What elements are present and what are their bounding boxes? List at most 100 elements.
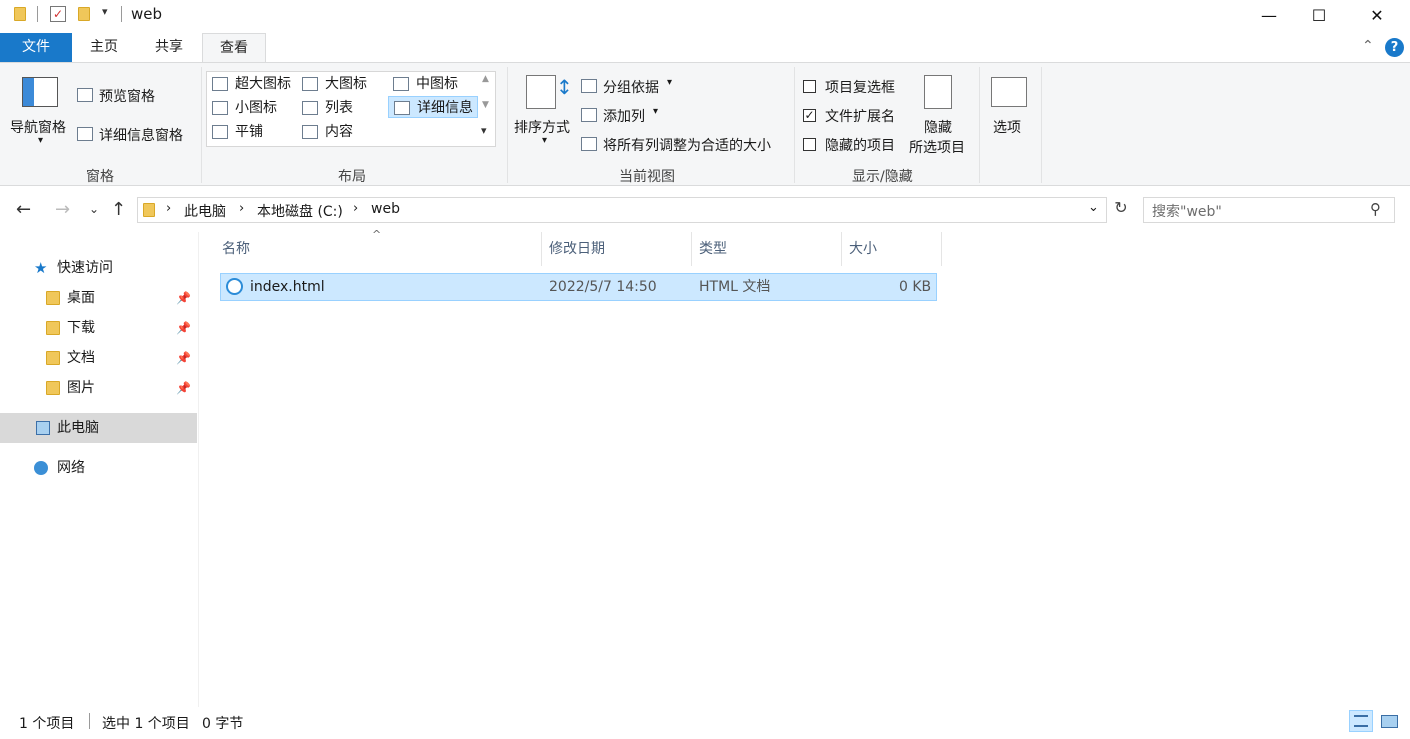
sidebar-item-quick-access[interactable]: ★ 快速访问 bbox=[0, 253, 197, 283]
group-by-button[interactable]: 分组依据 ▾ bbox=[581, 75, 681, 97]
chevron-down-icon[interactable]: ▾ bbox=[102, 5, 108, 18]
close-button[interactable]: ✕ bbox=[1352, 0, 1402, 31]
properties-icon[interactable]: ✓ bbox=[50, 6, 66, 22]
file-date: 2022/5/7 14:50 bbox=[549, 279, 657, 295]
large-icons-view-button[interactable] bbox=[1377, 710, 1401, 732]
preview-pane-button[interactable]: 预览窗格 bbox=[77, 85, 187, 107]
minimize-button[interactable]: — bbox=[1244, 0, 1294, 31]
breadcrumb-web[interactable]: web bbox=[371, 201, 400, 217]
help-icon[interactable]: ? bbox=[1385, 38, 1404, 57]
item-checkboxes-toggle[interactable]: 项目复选框 bbox=[803, 75, 903, 97]
breadcrumb-local-disk[interactable]: 本地磁盘 (C:) bbox=[257, 201, 343, 221]
collapse-ribbon-icon[interactable]: ⌃ bbox=[1362, 38, 1374, 54]
size-all-columns-button[interactable]: 将所有列调整为合适的大小 bbox=[581, 133, 786, 155]
sidebar-item-network[interactable]: 网络 bbox=[0, 453, 197, 483]
layout-large-icons[interactable]: 大图标 bbox=[297, 73, 367, 95]
layout-gallery: 超大图标 大图标 中图标 小图标 列表 详细信息 平铺 内容 ▲ ▼ ▾ bbox=[206, 71, 496, 147]
search-box[interactable]: 搜索"web" ⚲ bbox=[1143, 197, 1395, 223]
hide-selected-label: 所选项目 bbox=[909, 140, 965, 156]
breadcrumb-separator-icon[interactable]: › bbox=[353, 201, 358, 216]
layout-tiles[interactable]: 平铺 bbox=[207, 121, 263, 143]
sidebar-item-desktop[interactable]: 桌面 📌 bbox=[0, 283, 197, 313]
hide-selected-button[interactable]: 隐藏 所选项目 bbox=[906, 73, 974, 157]
separator bbox=[121, 6, 122, 22]
pin-icon[interactable]: 📌 bbox=[176, 373, 191, 403]
maximize-button[interactable]: ☐ bbox=[1294, 0, 1344, 31]
separator bbox=[37, 6, 38, 22]
status-item-count: 1 个项目 bbox=[19, 716, 75, 732]
network-icon bbox=[34, 461, 48, 475]
desktop-folder-icon bbox=[46, 291, 60, 305]
breadcrumb-this-pc[interactable]: 此电脑 bbox=[184, 201, 226, 221]
item-checkboxes-checkbox[interactable] bbox=[803, 80, 816, 93]
tiles-icon bbox=[212, 125, 228, 139]
layout-extra-large-icons[interactable]: 超大图标 bbox=[207, 73, 291, 95]
hidden-items-checkbox[interactable] bbox=[803, 138, 816, 151]
options-button[interactable]: 选项 bbox=[985, 73, 1035, 157]
column-header-type[interactable]: 类型 bbox=[692, 232, 842, 266]
group-by-label: 分组依据 bbox=[603, 80, 659, 96]
tab-home[interactable]: 主页 bbox=[78, 33, 130, 62]
file-extensions-checkbox[interactable]: ✓ bbox=[803, 109, 816, 122]
window-title: web bbox=[131, 5, 163, 23]
pin-icon[interactable]: 📌 bbox=[176, 343, 191, 373]
recent-locations-chevron-icon[interactable]: ⌄ bbox=[89, 202, 99, 216]
medium-icons-icon bbox=[393, 77, 409, 91]
file-list: ^ 名称 修改日期 类型 大小 index.html 2022/5/7 14:5… bbox=[200, 228, 1410, 707]
group-label-layout: 布局 bbox=[338, 169, 366, 185]
content-icon bbox=[302, 125, 318, 139]
ribbon-tabs: 文件 主页 共享 查看 ⌃ ? bbox=[0, 33, 1410, 62]
add-column-label: 添加列 bbox=[603, 109, 645, 125]
chevron-down-icon: ▾ bbox=[542, 135, 548, 146]
layout-details[interactable]: 详细信息 bbox=[388, 96, 478, 118]
search-input[interactable]: 搜索"web" bbox=[1152, 201, 1222, 221]
column-header-size[interactable]: 大小 bbox=[842, 232, 942, 266]
details-pane-button[interactable]: 详细信息窗格 bbox=[77, 124, 197, 146]
gallery-scroll-up-icon[interactable]: ▲ bbox=[482, 74, 489, 84]
layout-content[interactable]: 内容 bbox=[297, 121, 353, 143]
refresh-icon[interactable]: ↻ bbox=[1110, 198, 1132, 222]
breadcrumb-separator-icon[interactable]: › bbox=[239, 201, 244, 216]
small-icons-icon bbox=[212, 101, 228, 115]
column-header-name[interactable]: 名称 bbox=[215, 232, 542, 266]
tab-share[interactable]: 共享 bbox=[143, 33, 195, 62]
add-column-button[interactable]: 添加列 ▾ bbox=[581, 104, 671, 126]
file-extensions-toggle[interactable]: ✓ 文件扩展名 bbox=[803, 104, 903, 126]
navigation-pane: ★ 快速访问 桌面 📌 下载 📌 文档 📌 图片 📌 此电脑 网络 bbox=[0, 232, 199, 707]
size-columns-icon bbox=[581, 137, 597, 151]
size-all-columns-label: 将所有列调整为合适的大小 bbox=[603, 138, 771, 154]
details-view-button[interactable] bbox=[1349, 710, 1373, 732]
sort-by-button[interactable]: ↕ 排序方式 ▾ bbox=[512, 73, 576, 153]
column-header-date[interactable]: 修改日期 bbox=[542, 232, 692, 266]
group-separator bbox=[1041, 67, 1042, 183]
address-dropdown-icon[interactable]: ⌄ bbox=[1088, 200, 1099, 215]
layout-list[interactable]: 列表 bbox=[297, 97, 353, 119]
pin-icon[interactable]: 📌 bbox=[176, 313, 191, 343]
pin-icon[interactable]: 📌 bbox=[176, 283, 191, 313]
search-icon[interactable]: ⚲ bbox=[1370, 200, 1381, 218]
sidebar-item-pictures[interactable]: 图片 📌 bbox=[0, 373, 197, 403]
table-row[interactable]: index.html 2022/5/7 14:50 HTML 文档 0 KB bbox=[220, 273, 937, 301]
layout-small-icons[interactable]: 小图标 bbox=[207, 97, 277, 119]
tab-view[interactable]: 查看 bbox=[202, 33, 266, 62]
sort-arrow-icon: ↕ bbox=[556, 75, 573, 99]
layout-medium-icons[interactable]: 中图标 bbox=[388, 73, 458, 95]
forward-arrow-icon[interactable]: → bbox=[55, 199, 70, 220]
gallery-more-icon[interactable]: ▾ bbox=[481, 124, 487, 137]
back-arrow-icon[interactable]: ← bbox=[16, 199, 31, 220]
sidebar-item-documents[interactable]: 文档 📌 bbox=[0, 343, 197, 373]
new-folder-icon[interactable] bbox=[78, 7, 90, 21]
up-arrow-icon[interactable]: ↑ bbox=[111, 199, 126, 220]
layout-label: 小图标 bbox=[235, 100, 277, 116]
address-bar[interactable]: › 此电脑 › 本地磁盘 (C:) › web ⌄ bbox=[137, 197, 1107, 223]
hidden-items-toggle[interactable]: 隐藏的项目 bbox=[803, 133, 903, 155]
sidebar-item-label: 桌面 bbox=[67, 290, 95, 306]
tab-file[interactable]: 文件 bbox=[0, 33, 72, 62]
layout-label: 中图标 bbox=[416, 76, 458, 92]
gallery-scroll-down-icon[interactable]: ▼ bbox=[482, 100, 489, 110]
sidebar-item-this-pc[interactable]: 此电脑 bbox=[0, 413, 197, 443]
sidebar-item-downloads[interactable]: 下载 📌 bbox=[0, 313, 197, 343]
nav-pane-button[interactable]: 导航窗格 ▾ bbox=[8, 73, 72, 153]
add-column-icon bbox=[581, 108, 597, 122]
breadcrumb-separator-icon[interactable]: › bbox=[166, 201, 171, 216]
